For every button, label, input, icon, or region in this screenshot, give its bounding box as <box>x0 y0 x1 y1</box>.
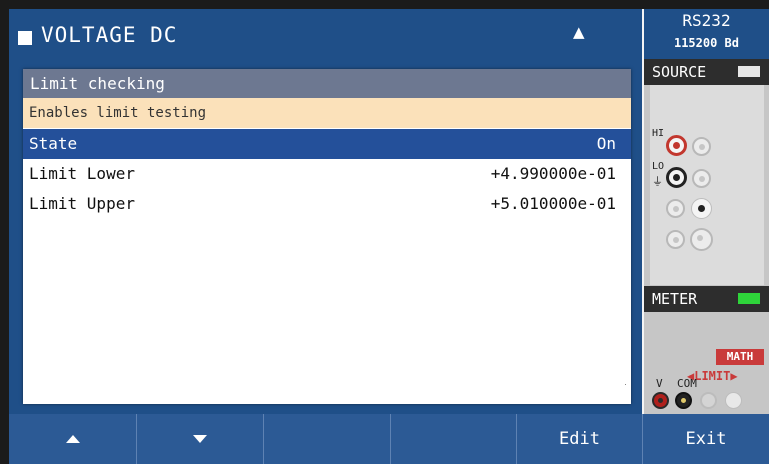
setting-value: +5.010000e-01 <box>490 194 616 213</box>
interface-label: RS232 <box>682 11 731 30</box>
baud-rate: 115200 Bd <box>673 36 740 50</box>
com-terminal-label: COM <box>677 377 697 390</box>
softkey-4[interactable] <box>391 414 517 464</box>
setting-label: State <box>29 134 78 153</box>
source-sense-lo-jack <box>692 169 711 188</box>
source-aux-bnc-jack <box>690 228 713 251</box>
ground-icon: ⏚ <box>652 175 663 188</box>
instrument-screen: VOLTAGE DC ▲ RS232 115200 Bd Limit check… <box>9 9 769 464</box>
source-sense-hi-jack <box>692 137 711 156</box>
setting-value: On <box>596 134 616 153</box>
hi-label: HI <box>652 128 665 139</box>
setting-row-state[interactable]: State On <box>23 129 631 159</box>
meter-aux-jack <box>700 392 717 409</box>
source-indicator <box>738 66 760 77</box>
meter-com-jack <box>675 392 692 409</box>
terminal-panel: SOURCE HI LO ⏚ METER MATH ◀LIMIT▶ V COM <box>644 59 769 414</box>
stray-pixel <box>625 384 626 385</box>
softkey-bar: Edit Exit <box>9 414 769 464</box>
down-button[interactable] <box>137 414 264 464</box>
arrow-down-icon <box>193 435 207 443</box>
header-bar: VOLTAGE DC ▲ <box>9 9 642 59</box>
source-current-jack <box>666 199 685 218</box>
edit-button[interactable]: Edit <box>517 414 643 464</box>
meter-indicator <box>738 293 760 304</box>
meter-bnc-jack <box>725 392 742 409</box>
source-label: SOURCE <box>652 63 707 81</box>
source-lo-jack <box>666 167 687 188</box>
interface-status: RS232 115200 Bd <box>644 9 769 59</box>
math-badge: MATH <box>716 349 764 365</box>
setting-label: Limit Lower <box>29 164 135 183</box>
source-section-header: SOURCE <box>644 59 769 85</box>
up-button[interactable] <box>9 414 137 464</box>
setting-label: Limit Upper <box>29 194 135 213</box>
function-title: VOLTAGE DC <box>41 23 178 47</box>
source-aux-jack <box>666 230 685 249</box>
setting-row-limit-upper[interactable]: Limit Upper +5.010000e-01 <box>23 189 631 219</box>
setting-value: +4.990000e-01 <box>490 164 616 183</box>
setting-row-limit-lower[interactable]: Limit Lower +4.990000e-01 <box>23 159 631 189</box>
meter-label: METER <box>652 290 698 308</box>
dialog-description: Enables limit testing <box>23 98 631 128</box>
limit-checking-dialog: Limit checking Enables limit testing Sta… <box>23 69 631 404</box>
arrow-up-icon <box>65 435 80 443</box>
source-terminals: HI LO ⏚ <box>650 85 764 285</box>
main-area: Limit checking Enables limit testing Sta… <box>9 59 642 414</box>
dialog-title: Limit checking <box>23 69 631 98</box>
function-square-icon <box>18 31 32 45</box>
exit-button[interactable]: Exit <box>643 414 769 464</box>
source-current-out-jack <box>691 198 712 219</box>
meter-v-jack <box>652 392 669 409</box>
lo-label: LO <box>652 161 665 172</box>
v-terminal-label: V <box>656 377 663 390</box>
warning-icon: ▲ <box>573 23 585 41</box>
meter-section-header: METER <box>644 286 769 312</box>
source-hi-jack <box>666 135 687 156</box>
softkey-3[interactable] <box>264 414 391 464</box>
